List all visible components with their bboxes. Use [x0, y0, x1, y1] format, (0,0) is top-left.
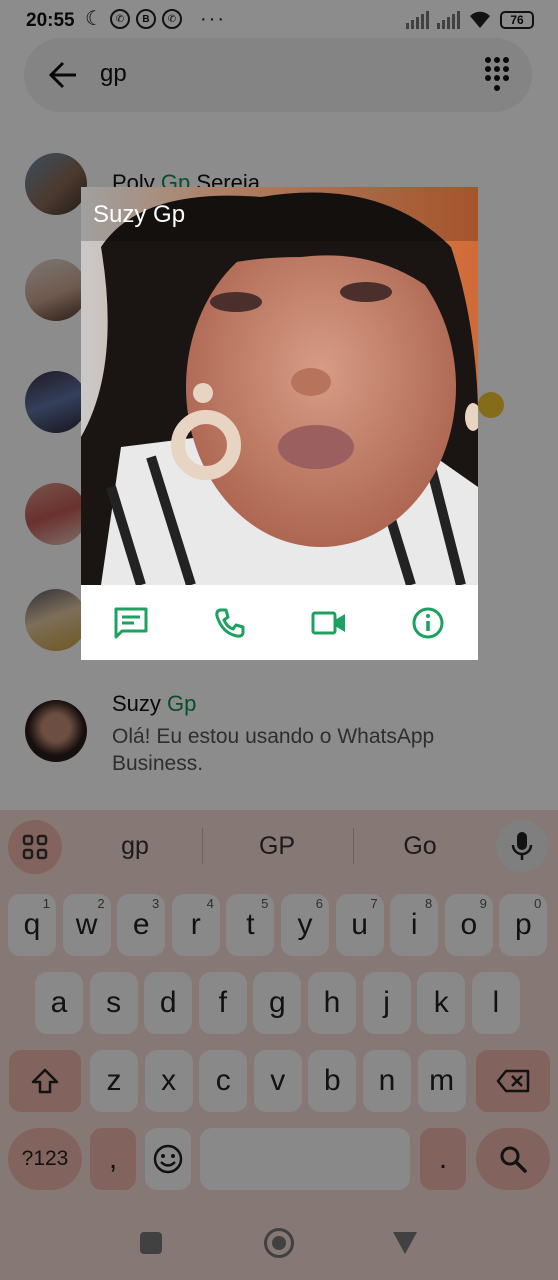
info-icon	[412, 607, 444, 638]
message-icon	[114, 607, 148, 638]
contact-name-title: Suzy Gp	[93, 201, 186, 228]
video-call-icon	[311, 611, 346, 634]
info-button[interactable]	[406, 601, 450, 645]
phone-icon	[215, 608, 245, 638]
video-call-button[interactable]	[307, 601, 351, 645]
call-button[interactable]	[208, 601, 252, 645]
contact-quick-view: Suzy Gp	[81, 187, 478, 660]
message-button[interactable]	[109, 601, 153, 645]
profile-picture	[81, 187, 478, 585]
contact-actions	[81, 585, 478, 660]
contact-photo[interactable]: Suzy Gp	[81, 187, 478, 585]
